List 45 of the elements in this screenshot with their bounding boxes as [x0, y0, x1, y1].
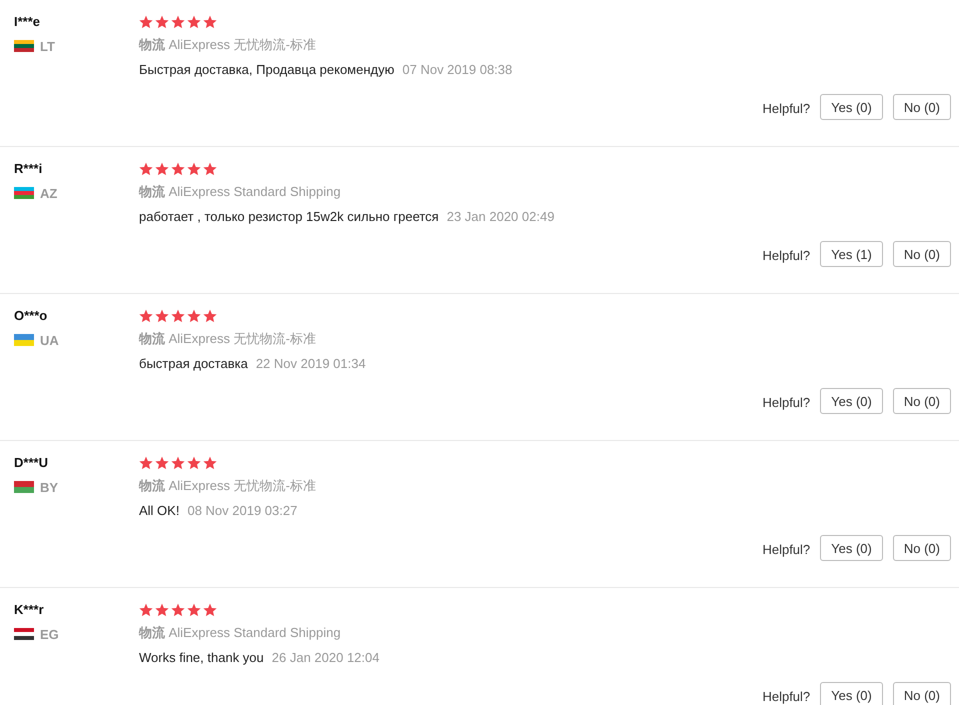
- review-date: 07 Nov 2019 08:38: [402, 61, 512, 79]
- flag-icon: [14, 628, 34, 640]
- no-button[interactable]: No (0): [892, 535, 951, 561]
- flag-icon: [14, 187, 34, 199]
- country-code: AZ: [40, 186, 58, 200]
- review-date: 22 Nov 2019 01:34: [256, 355, 366, 373]
- flag-icon: [14, 334, 34, 346]
- country-code: EG: [40, 626, 59, 642]
- review-text: работает , только резистор 15w2k сильно греется: [139, 208, 439, 226]
- country-code: BY: [40, 480, 58, 494]
- yes-button[interactable]: Yes (0): [820, 535, 883, 561]
- yes-button[interactable]: Yes (1): [820, 241, 883, 267]
- shipping-method: 物流 AliExpress Standard Shipping: [139, 624, 341, 642]
- review-text: быстрая доставка: [139, 355, 248, 373]
- review-date: 26 Jan 2020 12:04: [272, 649, 380, 667]
- no-button[interactable]: No (0): [892, 241, 951, 267]
- review-date: 08 Nov 2019 03:27: [187, 502, 298, 520]
- helpful-label: Helpful?: [762, 100, 810, 116]
- review-date: 23 Jan 2020 02:49: [446, 208, 554, 226]
- review-text: Works fine, thank you: [139, 649, 264, 667]
- helpful-label: Helpful?: [762, 688, 810, 704]
- flag-icon: [14, 481, 34, 493]
- reviewer-name: I***e: [14, 13, 42, 31]
- helpful-label: Helpful?: [762, 394, 810, 410]
- yes-button[interactable]: Yes (0): [820, 388, 883, 414]
- no-button[interactable]: No (0): [892, 682, 951, 705]
- country-code: UA: [40, 332, 59, 348]
- reviewer-name: O***o: [14, 307, 48, 325]
- no-button[interactable]: No (0): [892, 388, 951, 414]
- flag-icon: [14, 40, 34, 52]
- no-button[interactable]: No (0): [892, 94, 951, 120]
- country-code: LT: [40, 38, 55, 54]
- reviewer-name: K***r: [14, 601, 45, 619]
- helpful-label: Helpful?: [762, 542, 810, 556]
- review-text: Быстрая доставка, Продавца рекомендую: [139, 61, 394, 79]
- yes-button[interactable]: Yes (0): [820, 94, 883, 120]
- shipping-method: 物流 AliExpress Standard Shipping: [139, 183, 341, 201]
- reviewer-name: D***U: [14, 454, 49, 472]
- reviewer-name: R***i: [14, 160, 44, 178]
- shipping-method: 物流 AliExpress 无忧物流-标准: [139, 477, 316, 495]
- shipping-method: 物流 AliExpress 无忧物流-标准: [139, 330, 316, 348]
- helpful-label: Helpful?: [762, 248, 810, 262]
- shipping-method: 物流 AliExpress 无忧物流-标准: [139, 36, 316, 54]
- review-text: All OK!: [139, 502, 180, 520]
- yes-button[interactable]: Yes (0): [820, 682, 883, 705]
